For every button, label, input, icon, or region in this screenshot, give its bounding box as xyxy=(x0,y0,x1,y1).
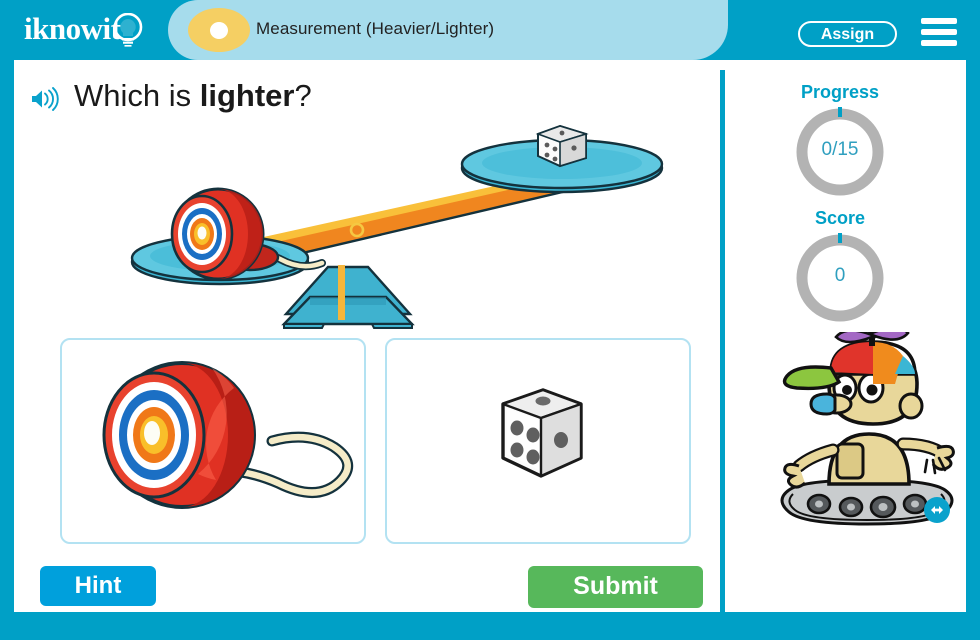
lightbulb-icon xyxy=(113,13,143,47)
hint-button[interactable]: Hint xyxy=(40,566,156,606)
balance-scale-illustration xyxy=(130,124,664,329)
activity-badge-icon xyxy=(188,8,250,52)
iknowit-activity-screen: iknowit Measurement (Heavier/Lighter) As… xyxy=(0,0,980,640)
content-frame: Which is lighter? Hint Submit Progress 0… xyxy=(14,60,966,615)
scale-base xyxy=(281,265,415,329)
activity-title: Measurement (Heavier/Lighter) xyxy=(256,19,495,38)
die-pip-top-face-one xyxy=(535,396,551,406)
white-die-icon xyxy=(501,388,583,478)
question-emphasis: lighter xyxy=(199,78,295,113)
menu-bar xyxy=(921,18,957,24)
red-yoyo-icon xyxy=(102,361,354,509)
left-right-arrow-icon[interactable] xyxy=(922,495,952,525)
die-pip-right-face-one xyxy=(554,432,568,448)
score-label: Score xyxy=(814,208,866,228)
progress-value: 0/15 xyxy=(821,139,859,160)
panel-divider xyxy=(720,70,725,615)
badge-center-dot xyxy=(210,22,228,39)
app-header: iknowit Measurement (Heavier/Lighter) As… xyxy=(0,0,980,60)
submit-button[interactable]: Submit xyxy=(528,566,703,608)
logo-text: iknowit xyxy=(24,11,121,46)
score-value: 0 xyxy=(834,265,846,286)
progress-label: Progress xyxy=(800,82,880,102)
question-text: Which is lighter? xyxy=(74,78,312,114)
question-prefix: Which is xyxy=(74,78,200,113)
choice-option-die[interactable] xyxy=(385,338,691,544)
choice-option-yoyo[interactable] xyxy=(60,338,366,544)
die-on-right-pan xyxy=(535,124,589,168)
speaker-audio-icon[interactable] xyxy=(30,87,60,111)
question-suffix: ? xyxy=(294,78,312,113)
app-logo[interactable]: iknowit xyxy=(24,9,164,53)
menu-bar xyxy=(921,40,957,46)
assign-button[interactable]: Assign xyxy=(798,21,897,47)
mascot-nose-whistle xyxy=(809,392,853,416)
hamburger-menu-icon[interactable] xyxy=(921,18,957,46)
menu-bar xyxy=(921,29,957,35)
